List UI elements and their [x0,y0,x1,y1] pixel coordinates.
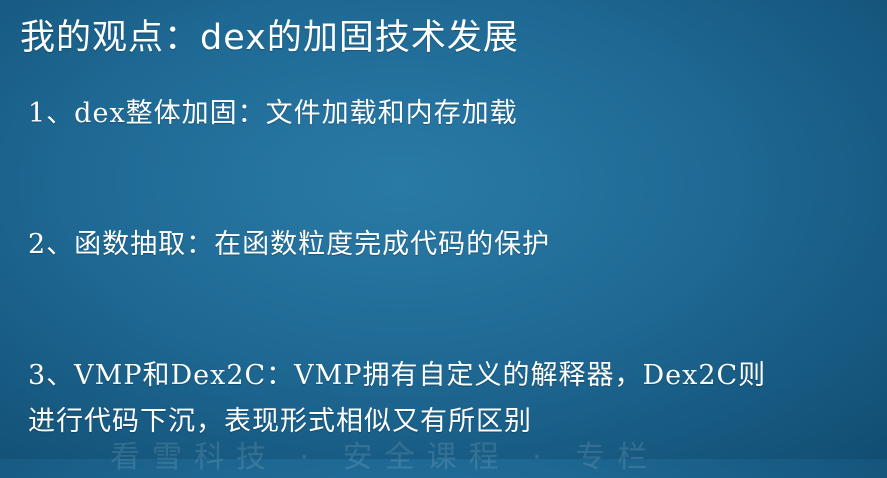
watermark-text: 看雪科技 · 安全课程 · 专栏 [110,440,660,475]
slide-title: 我的观点：dex的加固技术发展 [20,18,519,58]
bullet-item-3: 3、VMP和Dex2C：VMP拥有自定义的解释器，Dex2C则 进行代码下沉，表… [28,353,766,445]
bullet-item-3-line-1: 3、VMP和Dex2C：VMP拥有自定义的解释器，Dex2C则 [28,360,767,391]
bullet-item-2: 2、函数抽取：在函数粒度完成代码的保护 [28,229,551,260]
bullet-item-1: 1、dex整体加固：文件加载和内存加载 [28,98,518,129]
slide-canvas: 我的观点：dex的加固技术发展 1、dex整体加固：文件加载和内存加载 2、函数… [0,0,887,475]
